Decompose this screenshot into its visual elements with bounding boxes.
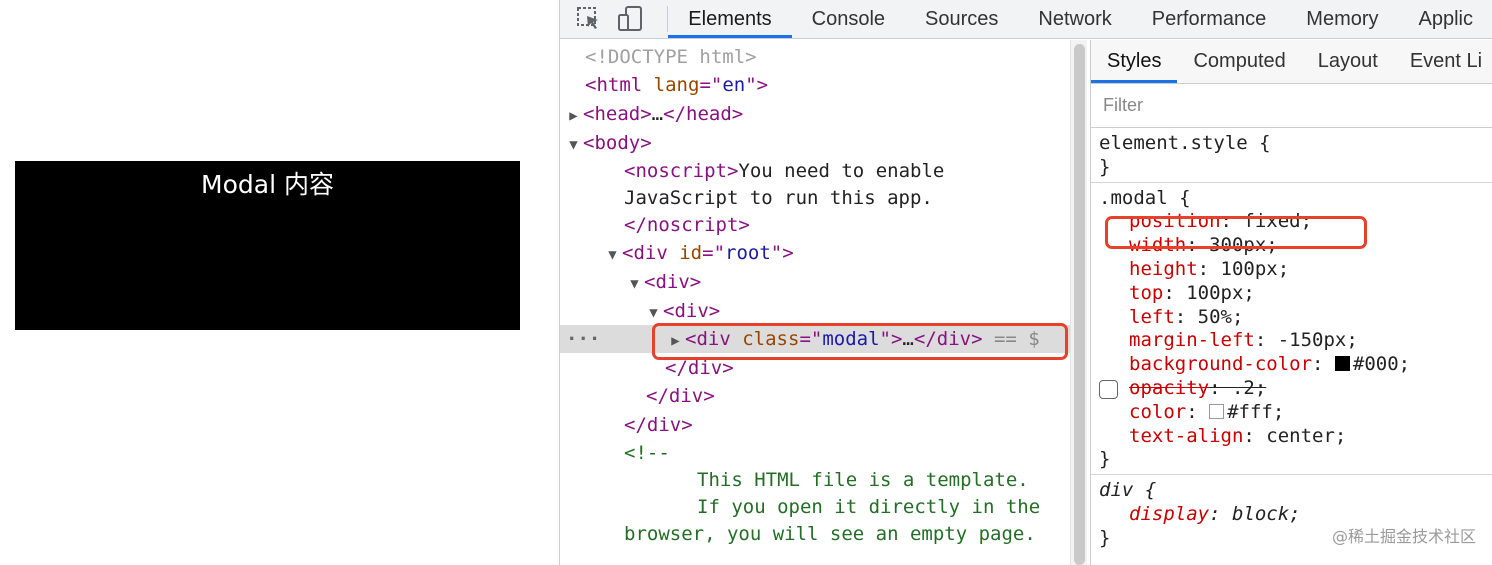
css-prop-height[interactable]: height: 100px; — [1099, 258, 1492, 282]
tree-node-noscript-close: </noscript> — [624, 214, 750, 236]
tab-sources[interactable]: Sources — [905, 0, 1018, 38]
tab-computed[interactable]: Computed — [1177, 40, 1301, 83]
css-prop-color[interactable]: color: #fff; — [1099, 401, 1492, 425]
styles-filter[interactable]: Filter — [1091, 84, 1492, 128]
css-prop-left[interactable]: left: 50%; — [1099, 306, 1492, 330]
tab-application[interactable]: Applic — [1399, 0, 1492, 38]
tree-node-div-close: </div> — [624, 414, 693, 436]
rule-element-style: element.style { } — [1091, 128, 1492, 183]
css-prop-top[interactable]: top: 100px; — [1099, 282, 1492, 306]
tree-node-comment[interactable]: <!-- — [624, 439, 1070, 467]
tree-node-html[interactable]: <html lang="en"> — [585, 71, 1070, 99]
css-prop-margin-left[interactable]: margin-left: -150px; — [1099, 329, 1492, 353]
more-options-icon[interactable]: ··· — [566, 325, 600, 353]
scrollbar-thumb[interactable] — [1074, 44, 1085, 565]
tab-console[interactable]: Console — [792, 0, 905, 38]
tree-scrollbar[interactable] — [1070, 40, 1087, 565]
rule-selector[interactable]: .modal { — [1099, 187, 1492, 211]
tree-comment-line: This HTML file is a template. — [697, 469, 1029, 491]
modal-box: Modal 内容 — [15, 161, 520, 330]
color-swatch-black[interactable] — [1334, 356, 1350, 372]
tab-network[interactable]: Network — [1018, 0, 1131, 38]
tree-comment-line: browser, you will see an empty page. — [624, 523, 1036, 545]
collapse-arrow-icon[interactable]: ▼ — [625, 270, 644, 298]
tab-layout[interactable]: Layout — [1302, 40, 1394, 83]
rule-close: } — [1099, 448, 1111, 471]
inspect-element-icon[interactable] — [576, 6, 602, 32]
devtools-panel: Elements Console Sources Network Perform… — [559, 0, 1492, 565]
color-swatch-white[interactable] — [1209, 403, 1225, 419]
tree-node-div-close: </div> — [646, 385, 715, 407]
collapse-arrow-icon[interactable]: ▼ — [603, 241, 622, 269]
collapse-arrow-icon[interactable]: ▼ — [564, 131, 583, 159]
tree-node-doctype[interactable]: <!DOCTYPE html> — [585, 43, 1070, 71]
styles-pane: Styles Computed Layout Event Li Filter e… — [1090, 40, 1492, 565]
devtools-tool-icons — [560, 5, 669, 33]
tree-node-div-inner[interactable]: ▼ <div> — [649, 297, 1070, 325]
devtools-toolbar: Elements Console Sources Network Perform… — [560, 0, 1492, 39]
disable-property-checkbox[interactable] — [1099, 379, 1118, 399]
modal-text: Modal 内容 — [201, 170, 334, 199]
expand-arrow-icon[interactable]: ▶ — [564, 102, 583, 130]
tree-text-noscript: JavaScript to run this app. — [624, 187, 933, 209]
device-toolbar-icon[interactable] — [616, 5, 644, 33]
tab-performance[interactable]: Performance — [1132, 0, 1287, 38]
style-rules: element.style { } .modal { position: fix… — [1091, 128, 1492, 553]
tree-comment-line: If you open it directly in the — [697, 496, 1041, 518]
tree-node-root[interactable]: ▼ <div id="root"> — [608, 239, 1070, 267]
css-prop-text-align[interactable]: text-align: center; — [1099, 425, 1492, 449]
styles-pane-tabs: Styles Computed Layout Event Li — [1091, 40, 1492, 84]
tree-node-body[interactable]: ▼ <body> — [569, 129, 1070, 157]
rule-close: } — [1099, 155, 1111, 178]
tab-memory[interactable]: Memory — [1286, 0, 1398, 38]
tab-styles[interactable]: Styles — [1091, 40, 1178, 83]
watermark: @稀土掘金技术社区 — [1331, 527, 1476, 546]
rule-selector[interactable]: element.style { — [1099, 132, 1492, 156]
tab-elements[interactable]: Elements — [668, 0, 792, 38]
css-prop-background-color[interactable]: background-color: #000; — [1099, 353, 1492, 377]
css-prop-opacity[interactable]: opacity: .2; — [1099, 377, 1492, 401]
filter-input[interactable]: Filter — [1103, 95, 1143, 116]
tree-node-noscript[interactable]: <noscript>You need to enable — [624, 157, 1070, 185]
rule-selector[interactable]: div { — [1099, 479, 1492, 503]
highlight-selected-node — [652, 323, 1068, 360]
tree-node-div[interactable]: ▼ <div> — [630, 268, 1070, 296]
elements-tree: <!DOCTYPE html> <html lang="en"> ▶ <head>… — [560, 40, 1070, 565]
page-viewport: Modal 内容 — [0, 0, 559, 565]
tree-node-head[interactable]: ▶ <head>…</head> — [569, 100, 1070, 128]
devtools-tabs: Elements Console Sources Network Perform… — [668, 0, 1492, 38]
tab-event-listeners[interactable]: Event Li — [1394, 40, 1492, 83]
highlight-position-fixed — [1105, 216, 1367, 249]
